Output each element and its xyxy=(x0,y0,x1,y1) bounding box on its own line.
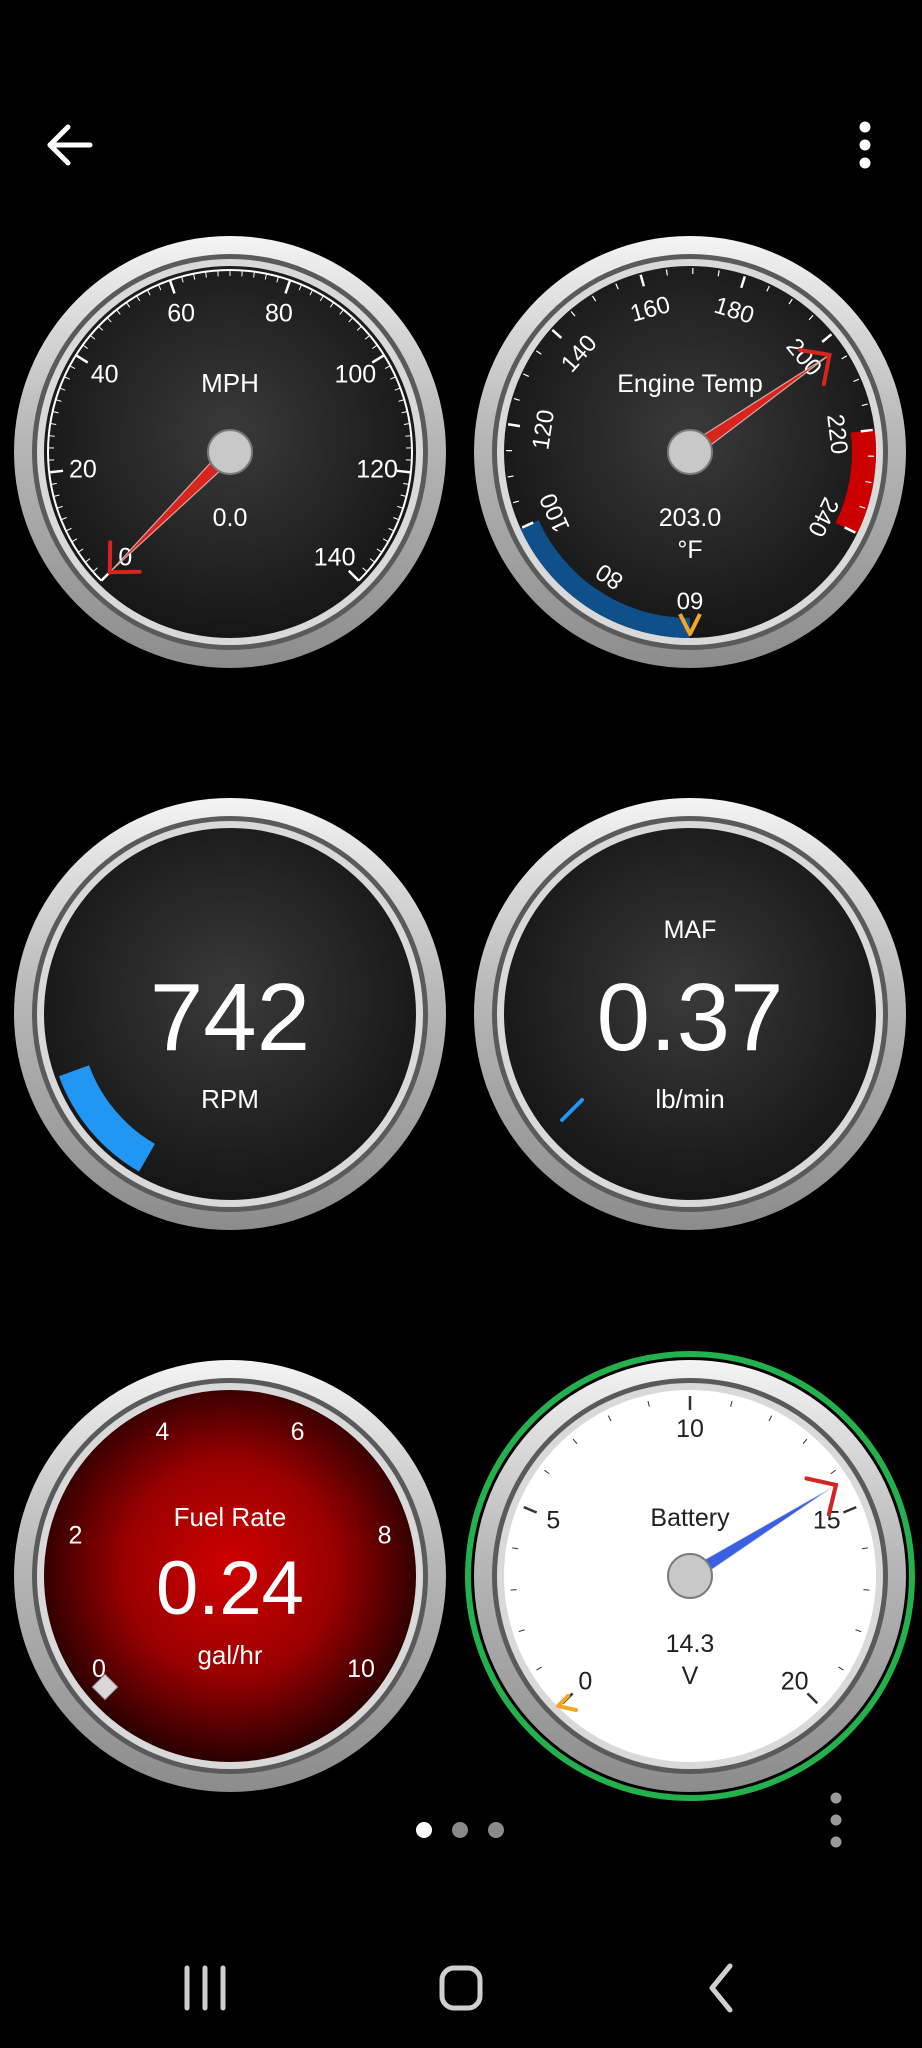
needle-hub xyxy=(667,1553,713,1599)
rpm-value: 742 xyxy=(150,964,310,1071)
engine-temp-title: Engine Temp xyxy=(617,370,762,398)
battery-tick-label: 20 xyxy=(781,1668,809,1696)
battery-value: 14.3 xyxy=(666,1630,715,1658)
system-back-button[interactable] xyxy=(660,1930,780,2040)
fuel-rate-unit: gal/hr xyxy=(197,1640,262,1670)
rpm-gauge[interactable]: 742 RPM xyxy=(4,788,456,1240)
fuel-rate-title: Fuel Rate xyxy=(174,1502,287,1532)
engine-temp-unit: °F xyxy=(677,536,702,564)
engine-temp-tick-label: 60 xyxy=(677,587,704,614)
speed-tick-label: 100 xyxy=(334,360,376,388)
fuel-rate-tick-label: 4 xyxy=(155,1418,169,1446)
speed-tick-label: 20 xyxy=(69,456,97,484)
fuel-rate-tick-label: 8 xyxy=(378,1522,392,1550)
speed-gauge[interactable]: 020406080100120140 MPH 0.0 xyxy=(4,226,456,678)
home-icon xyxy=(439,1965,483,2011)
arrow-left-icon xyxy=(47,124,93,166)
page-more-button[interactable] xyxy=(820,1790,852,1850)
maf-unit: lb/min xyxy=(655,1084,724,1114)
battery-tick-label: 10 xyxy=(676,1415,704,1443)
system-navigation-bar xyxy=(0,1930,922,2048)
needle-hub xyxy=(207,429,253,475)
needle-hub xyxy=(667,429,713,475)
speed-value: 0.0 xyxy=(213,504,248,532)
battery-title: Battery xyxy=(650,1504,730,1532)
engine-temp-tick-label: 220 xyxy=(821,413,853,456)
fuel-rate-tick-label: 10 xyxy=(347,1655,375,1683)
more-vert-icon xyxy=(830,1792,842,1848)
engine-temp-value: 203.0 xyxy=(659,504,722,532)
fuel-rate-tick-label: 2 xyxy=(68,1522,82,1550)
recent-apps-button[interactable] xyxy=(145,1930,265,2040)
battery-tick-label: 0 xyxy=(578,1668,592,1696)
recent-apps-icon xyxy=(184,1965,226,2011)
page-dot-2[interactable] xyxy=(452,1822,468,1838)
speed-tick-label: 60 xyxy=(167,299,195,327)
home-button[interactable] xyxy=(401,1930,521,2040)
maf-gauge[interactable]: MAF 0.37 lb/min xyxy=(464,788,916,1240)
speed-tick-label: 120 xyxy=(356,456,398,484)
page-indicator xyxy=(0,1820,922,1840)
battery-unit: V xyxy=(682,1662,699,1690)
fuel-rate-gauge[interactable]: 0 2 4 6 8 10 Fuel Rate 0.24 gal/hr xyxy=(4,1350,456,1802)
speed-tick-label: 80 xyxy=(265,299,293,327)
rpm-title: RPM xyxy=(201,1084,259,1114)
maf-title: MAF xyxy=(664,916,717,944)
back-chevron-icon xyxy=(709,1963,733,2013)
engine-temp-gauge[interactable]: 60 80 100 120 140 160 180 200 220 240 Engine Temp… xyxy=(464,226,916,678)
battery-tick-label: 5 xyxy=(546,1506,560,1534)
speed-tick-label: 140 xyxy=(314,544,356,572)
page-dot-3[interactable] xyxy=(488,1822,504,1838)
battery-gauge[interactable]: 0 5 10 15 20 Battery 14.3 V xyxy=(464,1350,916,1802)
battery-tick-label: 15 xyxy=(813,1506,841,1534)
more-vert-icon xyxy=(859,121,871,169)
speed-title: MPH xyxy=(201,368,259,398)
page-dot-1[interactable] xyxy=(416,1822,432,1838)
dashboard-screen: 0 20 40 60 80 100 120 140 MPH 0.0 6080100120140… xyxy=(0,0,922,2048)
fuel-rate-value: 0.24 xyxy=(156,1546,304,1631)
back-button[interactable] xyxy=(40,115,100,175)
fuel-rate-tick-label: 6 xyxy=(291,1418,305,1446)
speed-tick-label: 40 xyxy=(91,360,119,388)
more-options-button[interactable] xyxy=(840,118,890,172)
maf-value: 0.37 xyxy=(597,964,784,1071)
